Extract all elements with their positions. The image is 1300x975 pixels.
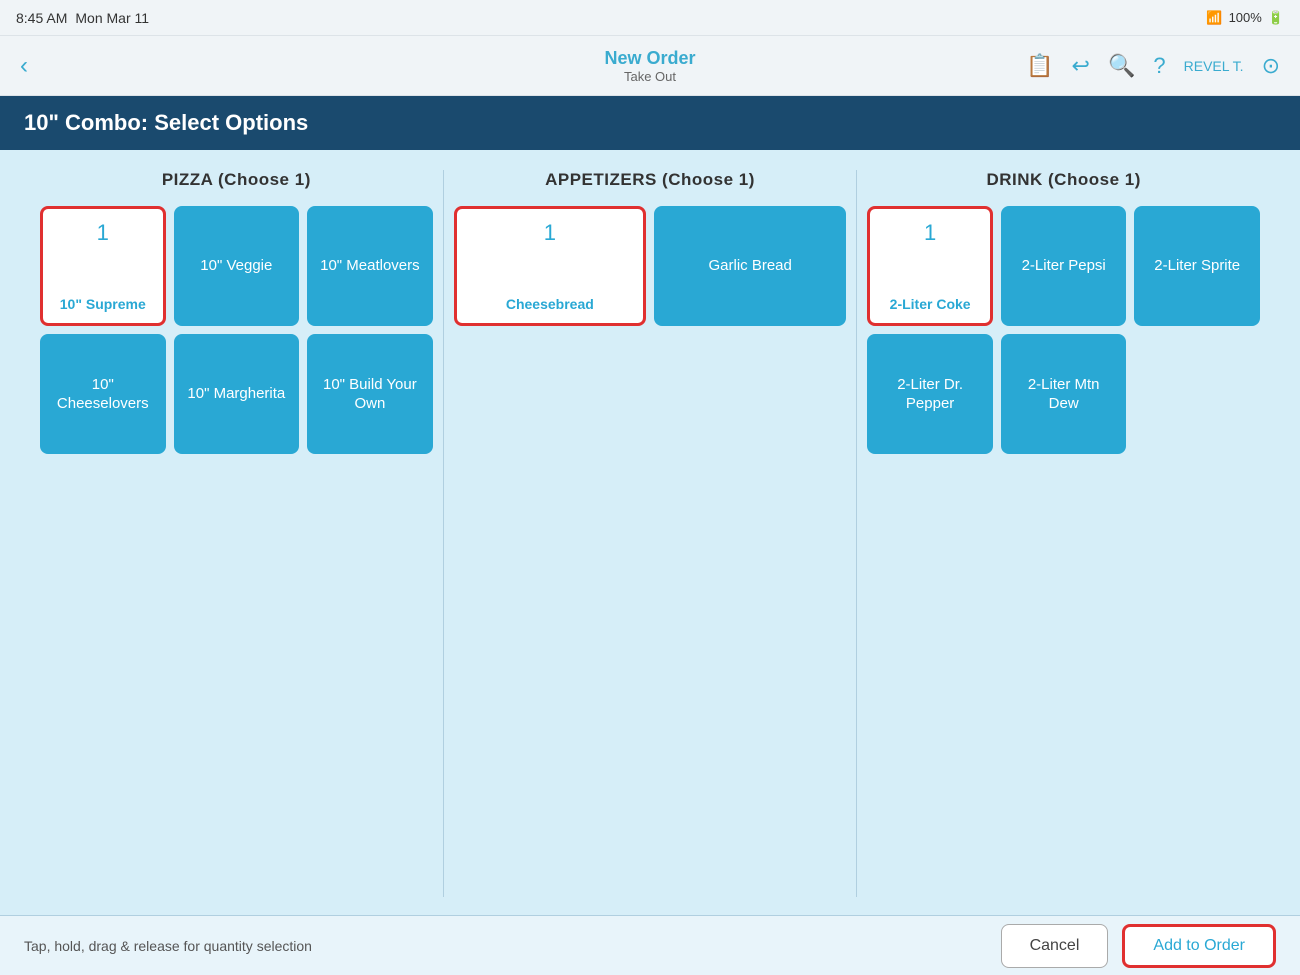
- order-title: New Order: [604, 48, 695, 69]
- logout-icon[interactable]: ⊙: [1262, 53, 1280, 79]
- page-header: 10" Combo: Select Options: [0, 96, 1300, 150]
- tile-label-cheesebread: Cheesebread: [457, 295, 643, 313]
- qty-badge-10-supreme: 1: [97, 219, 109, 248]
- item-tile-2l-mtndew[interactable]: 2-Liter Mtn Dew: [1001, 334, 1127, 454]
- tile-label-2l-coke: 2-Liter Coke: [870, 295, 990, 313]
- category-appetizers: APPETIZERS (Choose 1) 1 Cheesebread Garlic …: [444, 170, 858, 897]
- battery-icon: 🔋: [1268, 10, 1284, 26]
- footer: Tap, hold, drag & release for quantity s…: [0, 915, 1300, 975]
- item-tile-10-meatlovers[interactable]: 10" Meatlovers: [307, 206, 433, 326]
- item-tile-2l-pepsi[interactable]: 2-Liter Pepsi: [1001, 206, 1127, 326]
- page-title: 10" Combo: Select Options: [24, 110, 308, 135]
- battery-display: 100%: [1229, 10, 1262, 25]
- category-title-pizza: PIZZA (Choose 1): [162, 170, 311, 190]
- item-tile-10-veggie[interactable]: 10" Veggie: [174, 206, 300, 326]
- category-drink: DRINK (Choose 1) 1 2-Liter Coke 2-Liter Pep…: [857, 170, 1270, 897]
- category-pizza: PIZZA (Choose 1) 1 10" Supreme 10" Veggie10…: [30, 170, 444, 897]
- footer-hint: Tap, hold, drag & release for quantity s…: [24, 938, 312, 954]
- main-content: PIZZA (Choose 1) 1 10" Supreme 10" Veggie10…: [0, 150, 1300, 917]
- status-bar: 8:45 AM Mon Mar 11 📶 100% 🔋: [0, 0, 1300, 36]
- nav-center: New Order Take Out: [604, 48, 695, 84]
- order-subtitle: Take Out: [604, 69, 695, 84]
- item-tile-2l-sprite[interactable]: 2-Liter Sprite: [1134, 206, 1260, 326]
- item-tile-10-cheeselovers[interactable]: 10" Cheeselovers: [40, 334, 166, 454]
- item-tile-2l-coke[interactable]: 1 2-Liter Coke: [867, 206, 993, 326]
- help-icon[interactable]: ?: [1153, 53, 1165, 79]
- undo-icon[interactable]: ↩: [1072, 53, 1090, 79]
- item-tile-2l-drpepper[interactable]: 2-Liter Dr. Pepper: [867, 334, 993, 454]
- item-tile-10-margherita[interactable]: 10" Margherita: [174, 334, 300, 454]
- items-grid-drink: 1 2-Liter Coke 2-Liter Pepsi2-Liter Sprite…: [867, 206, 1260, 454]
- nav-right: 📋 ↩ 🔍 ? REVEL T. ⊙: [1026, 53, 1280, 79]
- category-title-appetizers: APPETIZERS (Choose 1): [545, 170, 755, 190]
- wifi-icon: 📶: [1206, 10, 1222, 26]
- add-to-order-button[interactable]: Add to Order: [1122, 924, 1276, 968]
- back-button[interactable]: ‹: [20, 52, 28, 80]
- qty-badge-2l-coke: 1: [924, 219, 936, 248]
- status-bar-left: 8:45 AM Mon Mar 11: [16, 10, 149, 26]
- top-nav: ‹ New Order Take Out 📋 ↩ 🔍 ? REVEL T. ⊙: [0, 36, 1300, 96]
- category-title-drink: DRINK (Choose 1): [986, 170, 1140, 190]
- tile-label-10-supreme: 10" Supreme: [43, 295, 163, 313]
- items-grid-appetizers: 1 Cheesebread Garlic Bread: [454, 206, 847, 326]
- items-grid-pizza: 110" Supreme10" Veggie10" Meatlovers10" …: [40, 206, 433, 454]
- search-icon[interactable]: 🔍: [1108, 53, 1135, 79]
- date-display: Mon Mar 11: [75, 10, 149, 26]
- qty-badge-cheesebread: 1: [544, 219, 556, 248]
- item-tile-garlic-bread[interactable]: Garlic Bread: [654, 206, 846, 326]
- item-tile-cheesebread[interactable]: 1 Cheesebread: [454, 206, 646, 326]
- item-tile-10-supreme[interactable]: 1 10" Supreme: [40, 206, 166, 326]
- user-label: REVEL T.: [1184, 58, 1244, 74]
- cancel-button[interactable]: Cancel: [1001, 924, 1109, 968]
- status-bar-right: 📶 100% 🔋: [1206, 10, 1284, 26]
- time-display: 8:45 AM: [16, 10, 67, 26]
- note-icon[interactable]: 📋: [1026, 53, 1053, 79]
- item-tile-10-build[interactable]: 10" Build Your Own: [307, 334, 433, 454]
- footer-buttons: Cancel Add to Order: [1001, 924, 1276, 968]
